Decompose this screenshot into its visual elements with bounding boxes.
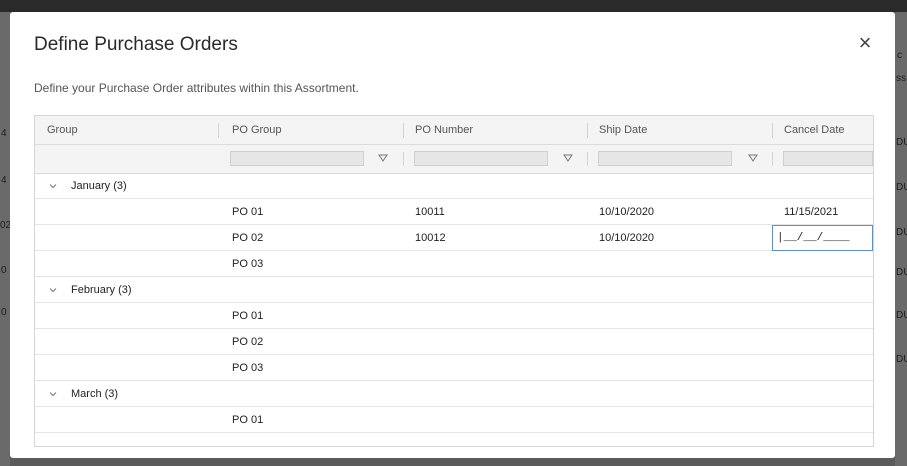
group-label: January (3) — [71, 180, 127, 192]
background-left — [0, 12, 10, 466]
background-text: DU — [896, 354, 907, 365]
table-row[interactable]: PO 01 — [35, 304, 873, 329]
po-group-cell[interactable]: PO 02 — [232, 336, 263, 348]
column-divider[interactable] — [587, 123, 588, 138]
purchase-orders-grid: Group PO Group PO Number Ship Date Cance… — [34, 115, 874, 447]
define-purchase-orders-dialog: Define Purchase Orders × Define your Pur… — [10, 12, 895, 458]
ship-date-cell[interactable]: 10/10/2020 — [599, 206, 654, 218]
column-divider[interactable] — [218, 123, 219, 138]
po-number-filter-input[interactable] — [414, 151, 548, 166]
column-header-cancel-date[interactable]: Cancel Date — [784, 116, 845, 144]
background-text: c — [897, 50, 902, 61]
po-group-cell[interactable]: PO 03 — [232, 258, 263, 270]
po-group-cell[interactable]: PO 02 — [232, 232, 263, 244]
dialog-title: Define Purchase Orders — [34, 34, 238, 55]
background-text: DU — [896, 182, 907, 193]
table-row[interactable]: PO 01 — [35, 408, 873, 433]
po-group-cell[interactable]: PO 03 — [232, 362, 263, 374]
background-text: DU — [896, 310, 907, 321]
background-text: DU — [896, 227, 907, 238]
po-group-cell[interactable]: PO 01 — [232, 310, 263, 322]
chevron-down-icon[interactable] — [48, 181, 58, 191]
background-text: DU — [896, 137, 907, 148]
chevron-down-icon[interactable] — [48, 285, 58, 295]
filter-icon[interactable] — [747, 151, 759, 165]
grid-header: Group PO Group PO Number Ship Date Cance… — [35, 116, 873, 145]
group-row-january[interactable]: January (3) — [35, 174, 873, 199]
dialog-description: Define your Purchase Order attributes wi… — [34, 81, 359, 95]
background-text: ss — [896, 73, 906, 84]
ship-date-cell[interactable]: 10/10/2020 — [599, 232, 654, 244]
ship-date-filter-input[interactable] — [598, 151, 732, 166]
background-text: DU — [896, 267, 907, 278]
group-row-february[interactable]: February (3) — [35, 278, 873, 303]
filter-icon[interactable] — [377, 151, 389, 165]
cancel-date-cell[interactable]: 11/15/2021 — [784, 206, 838, 218]
background-text: 0 — [1, 307, 7, 318]
table-row[interactable]: PO 02 10012 10/10/2020 — [35, 225, 873, 251]
group-row-march[interactable]: March (3) — [35, 382, 873, 407]
column-header-po-number[interactable]: PO Number — [415, 116, 473, 144]
column-header-po-group[interactable]: PO Group — [232, 116, 282, 144]
po-number-cell[interactable]: 10012 — [415, 232, 446, 244]
group-label: March (3) — [71, 388, 119, 400]
close-icon[interactable]: × — [854, 32, 876, 54]
column-header-group[interactable]: Group — [47, 116, 78, 144]
background-text: 4 — [1, 175, 7, 186]
filter-divider — [403, 152, 404, 166]
cancel-date-editor[interactable] — [772, 225, 873, 251]
column-divider[interactable] — [403, 123, 404, 138]
filter-row — [35, 145, 873, 174]
column-divider[interactable] — [772, 123, 773, 138]
background-top-bar — [0, 0, 907, 12]
table-row[interactable]: PO 01 10011 10/10/2020 11/15/2021 — [35, 200, 873, 225]
cancel-date-filter-input[interactable] — [783, 151, 873, 166]
filter-divider — [772, 152, 773, 166]
table-row[interactable] — [35, 434, 873, 446]
filter-icon[interactable] — [562, 151, 574, 165]
po-group-cell[interactable]: PO 01 — [232, 206, 263, 218]
column-header-ship-date[interactable]: Ship Date — [599, 116, 647, 144]
group-label: February (3) — [71, 284, 132, 296]
background-text: 4 — [1, 128, 7, 139]
po-group-cell[interactable]: PO 01 — [232, 414, 263, 426]
table-row[interactable]: PO 03 — [35, 252, 873, 277]
chevron-down-icon[interactable] — [48, 389, 58, 399]
po-number-cell[interactable]: 10011 — [415, 206, 445, 218]
po-group-filter-input[interactable] — [230, 151, 364, 166]
background-text: 0 — [1, 265, 7, 276]
filter-divider — [587, 152, 588, 166]
table-row[interactable]: PO 03 — [35, 356, 873, 381]
table-row[interactable]: PO 02 — [35, 330, 873, 355]
